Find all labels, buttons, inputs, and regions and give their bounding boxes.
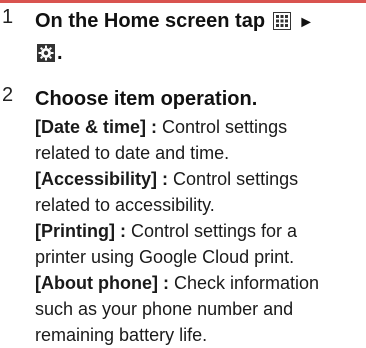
settings-gear-icon xyxy=(37,44,55,62)
step-2-heading: Choose item operation. xyxy=(35,88,258,110)
item-line: such as your phone number and xyxy=(35,299,294,319)
item-desc: Control settings for a xyxy=(125,221,298,241)
item-term: [Accessibility] : xyxy=(35,169,169,189)
step-2-body: Choose item operation. [Date & time] : C… xyxy=(35,84,362,348)
item-line: printer using Google Cloud print. xyxy=(35,247,295,267)
item-term: [Printing] : xyxy=(35,221,126,241)
step-number: 2 xyxy=(2,84,14,106)
item-line: [Printing] : Control settings for a xyxy=(35,218,362,244)
item-line: related to date and time. xyxy=(35,143,230,163)
period: . xyxy=(57,42,63,64)
item-term: [Date & time] : xyxy=(35,117,158,137)
item-line: [Date & time] : Control settings xyxy=(35,114,362,140)
section-divider xyxy=(0,0,366,3)
instruction-text: On the Home screen tap xyxy=(35,10,266,32)
item-desc: Check information xyxy=(168,273,320,293)
step-number: 1 xyxy=(2,6,14,28)
item-line: remaining battery life. xyxy=(35,325,208,345)
item-line: [About phone] : Check information xyxy=(35,270,362,296)
item-term: [About phone] : xyxy=(35,273,169,293)
item-line: [Accessibility] : Control settings xyxy=(35,166,362,192)
arrow-icon: ► xyxy=(298,14,315,31)
step-1-body: On the Home screen tap ► . xyxy=(35,6,362,68)
step-1-instruction: On the Home screen tap ► . xyxy=(35,6,362,68)
item-desc: Control settings xyxy=(168,169,299,189)
item-line: related to accessibility. xyxy=(35,195,215,215)
item-desc: Control settings xyxy=(157,117,288,137)
apps-grid-icon xyxy=(272,12,291,30)
